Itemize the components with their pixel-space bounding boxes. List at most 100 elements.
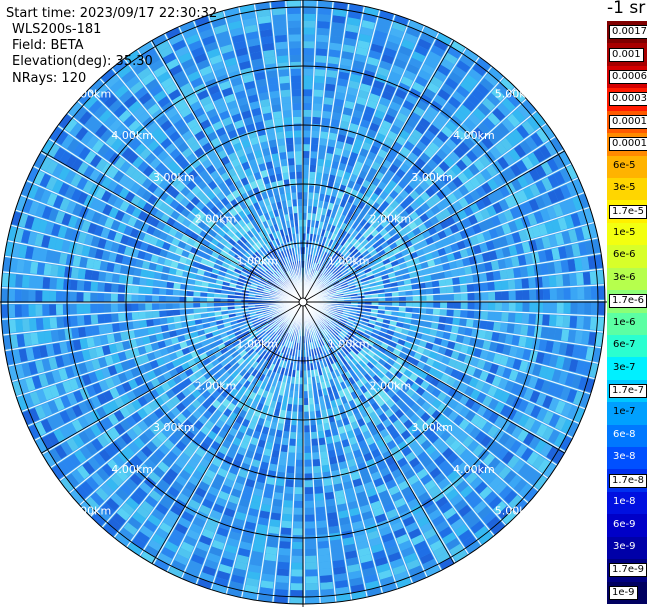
- ppi-gate-cell: [317, 27, 330, 36]
- ppi-gate-cell: [453, 285, 461, 293]
- ppi-gate-cell: [501, 291, 509, 301]
- ppi-gate-cell: [278, 554, 290, 563]
- ppi-gate-cell: [278, 458, 287, 466]
- ppi-gate-cell: [555, 274, 564, 287]
- ppi-gate-cell: [484, 330, 493, 341]
- ppi-gate-cell: [305, 596, 319, 604]
- ppi-gate-cell: [431, 280, 440, 288]
- ppi-gate-cell: [560, 329, 570, 342]
- ppi-gate-cell: [320, 457, 329, 466]
- ppi-gate-cell: [499, 269, 508, 280]
- ppi-gate-cell: [584, 302, 592, 315]
- ppi-gate-cell: [90, 292, 98, 302]
- ppi-gate-cell: [268, 526, 280, 535]
- ppi-gate-cell: [528, 313, 537, 325]
- ppi-gate-cell: [465, 275, 474, 284]
- ppi-gate-cell: [303, 151, 310, 158]
- ppi-gate-cell: [319, 575, 333, 583]
- ppi-gate-cell: [276, 568, 289, 577]
- ppi-gate-cell: [506, 323, 515, 334]
- ppi-gate-cell: [283, 500, 293, 508]
- ppi-gate-cell: [590, 286, 599, 300]
- ppi-gate-cell: [305, 555, 317, 563]
- ppi-gate-cell: [289, 438, 296, 446]
- ppi-gate-cell: [186, 290, 194, 297]
- ppi-gate-cell: [481, 292, 489, 301]
- ppi-gate-cell: [447, 302, 454, 309]
- ppi-gate-cell: [318, 547, 330, 556]
- ppi-gate-cell: [536, 302, 544, 313]
- ppi-gate-cell: [311, 137, 319, 145]
- ppi-gate-cell: [90, 281, 99, 292]
- ppi-gate-cell: [303, 171, 309, 179]
- ppi-gate-cell: [49, 304, 57, 316]
- ppi-gate-cell: [556, 288, 564, 300]
- ppi-gate-cell: [314, 75, 325, 84]
- ppi-gate-cell: [508, 302, 516, 312]
- ppi-gate-cell: [318, 554, 331, 563]
- ppi-gate-cell: [513, 267, 522, 278]
- ppi-gate-cell: [305, 528, 316, 536]
- ppi-gate-cell: [303, 137, 311, 145]
- ppi-gate-cell: [326, 505, 337, 514]
- ppi-gate-cell: [285, 479, 294, 488]
- ppi-gate-cell: [591, 302, 599, 315]
- ppi-gate-cell: [494, 291, 503, 301]
- ppi-gate-cell: [303, 116, 311, 124]
- ppi-gate-cell: [118, 313, 126, 322]
- ppi-gate-cell: [513, 324, 522, 335]
- ppi-gate-cell: [303, 89, 313, 97]
- ppi-gate-cell: [311, 130, 320, 139]
- ppi-gate-cell: [152, 303, 160, 310]
- ppi-gate-cell: [291, 569, 303, 577]
- ppi-gate-cell: [70, 315, 78, 327]
- ppi-gate-cell: [318, 151, 326, 160]
- ppi-gate-cell: [412, 295, 420, 301]
- ppi-gate-cell: [106, 262, 115, 272]
- ppi-gate-cell: [432, 287, 441, 294]
- ppi-gate-cell: [166, 281, 175, 289]
- ppi-gate-cell: [487, 311, 495, 321]
- ppi-gate-cell: [290, 424, 297, 433]
- ppi-gate-cell: [303, 27, 315, 35]
- ppi-gate-cell: [467, 302, 475, 310]
- ppi-gate-cell: [316, 165, 324, 174]
- ppi-gate-cell: [392, 296, 400, 302]
- ppi-gate-cell: [145, 311, 153, 319]
- ppi-gate-cell: [445, 278, 454, 286]
- ppi-gate-cell: [28, 304, 36, 317]
- ppi-gate-cell: [200, 297, 207, 302]
- ppi-gate-cell: [328, 49, 341, 58]
- ppi-gate-cell: [324, 491, 335, 500]
- ppi-gate-cell: [392, 302, 400, 307]
- ppi-gate-cell: [576, 316, 585, 329]
- ppi-gate-cell: [138, 303, 146, 311]
- ppi-gate-cell: [491, 332, 500, 342]
- ppi-gate-cell: [440, 294, 448, 301]
- ppi-gate-cell: [305, 562, 318, 570]
- ppi-gate-cell: [431, 315, 440, 323]
- ppi-gate-cell: [515, 290, 523, 300]
- ppi-gate-cell: [333, 105, 343, 114]
- ppi-gate-cell: [304, 466, 312, 474]
- ppi-gate-cell: [303, 185, 309, 193]
- ppi-gate-cell: [295, 466, 303, 474]
- ppi-gate-cell: [263, 559, 276, 569]
- ppi-gate-cell: [323, 97, 334, 106]
- ppi-gate-cell: [412, 302, 420, 308]
- ppi-gate-cell: [303, 164, 309, 172]
- ppi-gate-cell: [440, 302, 448, 309]
- ppi-gate-cell: [488, 291, 496, 301]
- ppi-gate-cell: [172, 309, 181, 316]
- ppi-gate-cell: [446, 286, 454, 294]
- ppi-gate-cell: [303, 130, 311, 138]
- ppi-gate-cell: [265, 546, 278, 555]
- ppi-gate-cell: [152, 310, 160, 318]
- ppi-gate-cell: [311, 438, 319, 446]
- ppi-gate-cell: [290, 596, 303, 604]
- ppi-gate-cell: [494, 281, 502, 291]
- ppi-gate-cell: [541, 276, 550, 288]
- ppi-gate-cell: [117, 303, 125, 312]
- ppi-gate-cell: [331, 546, 343, 555]
- ppi-gate-cell: [279, 541, 291, 549]
